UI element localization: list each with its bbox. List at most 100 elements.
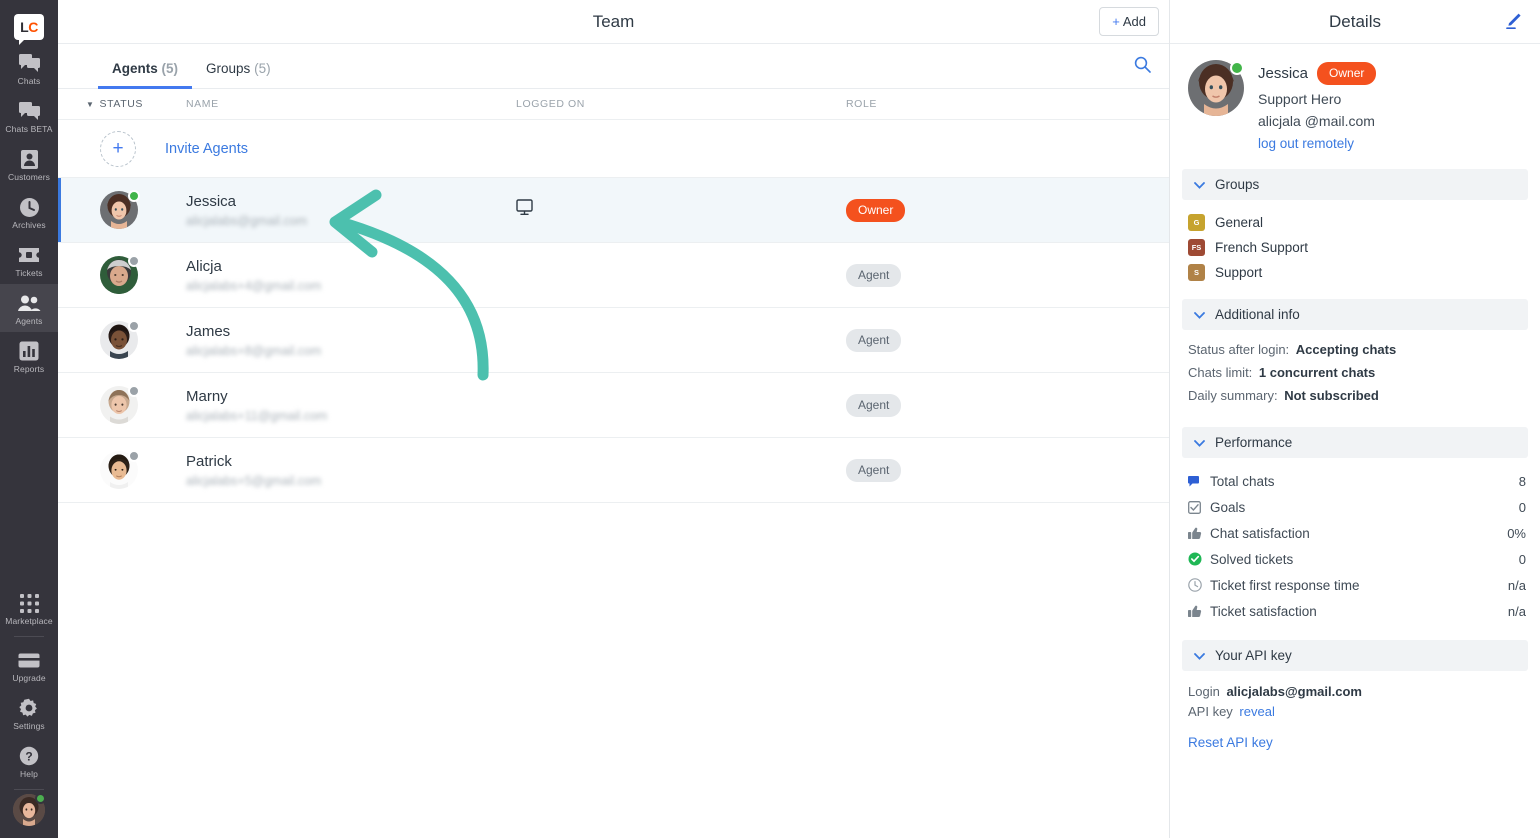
edit-pencil-icon[interactable]	[1504, 12, 1522, 35]
settings-gear-icon	[19, 697, 39, 719]
chats-icon	[18, 52, 40, 74]
agents-people-icon	[17, 292, 41, 314]
sidebar-item-reports[interactable]: Reports	[0, 332, 58, 380]
invite-agents-label: Invite Agents	[165, 140, 249, 157]
ticket-icon	[18, 244, 40, 266]
column-header-name[interactable]: NAME	[186, 98, 516, 110]
reports-bars-icon	[19, 340, 39, 362]
sidebar-item-settings[interactable]: Settings	[0, 689, 58, 737]
current-user-avatar[interactable]	[13, 793, 46, 826]
api-key-list: Login alicjalabs@gmail.com API key revea…	[1170, 671, 1540, 754]
sidebar-item-upgrade[interactable]: Upgrade	[0, 641, 58, 689]
online-status-dot	[35, 793, 46, 804]
agent-email: alicjalabs+5@gmail.com	[186, 473, 322, 488]
list-item[interactable]: S Support	[1188, 260, 1540, 285]
tab-agents-count: (5)	[161, 61, 179, 76]
status-badge: Agent	[846, 393, 902, 417]
top-bar: Team + Add	[58, 0, 1169, 44]
info-value: Not subscribed	[1284, 388, 1379, 403]
api-login-row: Login alicjalabs@gmail.com	[1188, 684, 1540, 699]
thumbs-up-icon	[1188, 605, 1210, 618]
chats-beta-icon	[18, 100, 40, 122]
list-item[interactable]: FS French Support	[1188, 235, 1540, 260]
section-header-additional-info[interactable]: Additional info	[1182, 299, 1528, 330]
group-name: General	[1215, 215, 1264, 230]
tab-groups[interactable]: Groups (5)	[192, 61, 285, 88]
group-name: French Support	[1215, 240, 1309, 255]
section-title: Additional info	[1215, 307, 1300, 322]
status-dot-offline	[128, 385, 140, 397]
performance-row: Chat satisfaction 0%	[1188, 520, 1526, 546]
section-header-groups[interactable]: Groups	[1182, 169, 1528, 200]
additional-info-list: Status after login: Accepting chats Chat…	[1170, 330, 1540, 415]
api-login-label: Login	[1188, 684, 1220, 699]
details-body: Jessica Owner Support Hero alicjala @mai…	[1170, 44, 1540, 838]
performance-value: 0	[1518, 551, 1526, 567]
agent-email: alicjalabs@gmail.com	[186, 213, 308, 228]
chevron-down-icon	[1194, 309, 1205, 321]
tab-agents[interactable]: Agents (5)	[98, 61, 193, 89]
add-button[interactable]: + Add	[1099, 7, 1159, 36]
sort-caret-icon: ▼	[86, 99, 95, 109]
profile-subtitle: Support Hero	[1258, 91, 1342, 107]
info-label: Daily summary:	[1188, 388, 1278, 403]
sidebar-item-marketplace[interactable]: Marketplace	[0, 584, 58, 632]
agent-role-cell: Agent	[846, 458, 1169, 482]
sidebar-item-archives[interactable]: Archives	[0, 188, 58, 236]
table-row[interactable]: Jessica alicjalabs@gmail.com Owner	[58, 178, 1169, 243]
page-title: Team	[592, 11, 635, 31]
reveal-api-key-link[interactable]: reveal	[1239, 704, 1274, 719]
sidebar-item-help[interactable]: ? Help	[0, 737, 58, 785]
agent-name: Patrick	[186, 452, 232, 470]
agent-name: Jessica	[186, 192, 237, 210]
table-row[interactable]: Alicja alicjalabs+4@gmail.com Agent	[58, 243, 1169, 308]
performance-row: Goals 0	[1188, 494, 1526, 520]
sidebar-item-agents[interactable]: Agents	[0, 284, 58, 332]
table-row[interactable]: James alicjalabs+8@gmail.com Agent	[58, 308, 1169, 373]
column-header-status[interactable]: ▼ STATUS	[58, 98, 186, 110]
performance-value: n/a	[1507, 603, 1526, 619]
agent-name-cell: Patrick alicjalabs+5@gmail.com	[186, 453, 516, 488]
agent-role-cell: Agent	[846, 263, 1169, 287]
section-header-api-key[interactable]: Your API key	[1182, 640, 1528, 671]
column-header-logged-on[interactable]: LOGGED ON	[516, 98, 846, 110]
info-row: Daily summary: Not subscribed	[1188, 388, 1540, 403]
details-panel: Details Jessica Owner Support Hero alicj…	[1170, 0, 1540, 838]
sidebar-item-chats-beta[interactable]: Chats BETA	[0, 92, 58, 140]
agent-avatar-cell	[58, 385, 186, 424]
search-icon[interactable]	[1134, 56, 1151, 78]
details-title: Details	[1329, 11, 1381, 31]
sidebar-item-customers[interactable]: Customers	[0, 140, 58, 188]
clock-icon	[1188, 578, 1210, 592]
tab-agents-label: Agents	[112, 61, 158, 76]
sidebar-item-tickets[interactable]: Tickets	[0, 236, 58, 284]
reset-api-key-link[interactable]: Reset API key	[1188, 735, 1540, 750]
sidebar-label: Reports	[13, 364, 45, 374]
info-value: 1 concurrent chats	[1258, 365, 1376, 380]
section-header-performance[interactable]: Performance	[1182, 427, 1528, 458]
table-row[interactable]: Patrick alicjalabs+5@gmail.com Agent	[58, 438, 1169, 503]
agent-email: alicjalabs+8@gmail.com	[186, 343, 322, 358]
marketplace-grid-icon	[19, 592, 39, 614]
log-out-remotely-link[interactable]: log out remotely	[1258, 136, 1376, 151]
invite-agents-row[interactable]: + Invite Agents	[58, 120, 1169, 178]
chevron-down-icon	[1194, 650, 1205, 662]
performance-value: 0%	[1507, 525, 1526, 541]
list-item[interactable]: G General	[1188, 210, 1540, 235]
customers-icon	[20, 148, 39, 170]
app-logo[interactable]: LC	[12, 10, 46, 45]
table-row[interactable]: Marny alicjalabs+11@gmail.com Agent	[58, 373, 1169, 438]
sidebar-label: Agents	[15, 316, 43, 326]
column-header-role[interactable]: ROLE	[846, 98, 1169, 110]
agent-role-cell: Owner	[846, 198, 1169, 222]
agent-name-cell: James alicjalabs+8@gmail.com	[186, 323, 516, 358]
status-badge: Agent	[846, 458, 902, 482]
api-key-label: API key	[1188, 704, 1233, 719]
goals-checkbox-icon	[1188, 500, 1210, 514]
chat-flag-icon	[1188, 475, 1210, 487]
group-initials-icon: G	[1188, 214, 1205, 231]
group-initials-icon: FS	[1188, 239, 1205, 256]
groups-list: G General FS French Support S Support	[1170, 200, 1540, 287]
sidebar-item-chats[interactable]: Chats	[0, 44, 58, 92]
agent-role-cell: Agent	[846, 328, 1169, 352]
